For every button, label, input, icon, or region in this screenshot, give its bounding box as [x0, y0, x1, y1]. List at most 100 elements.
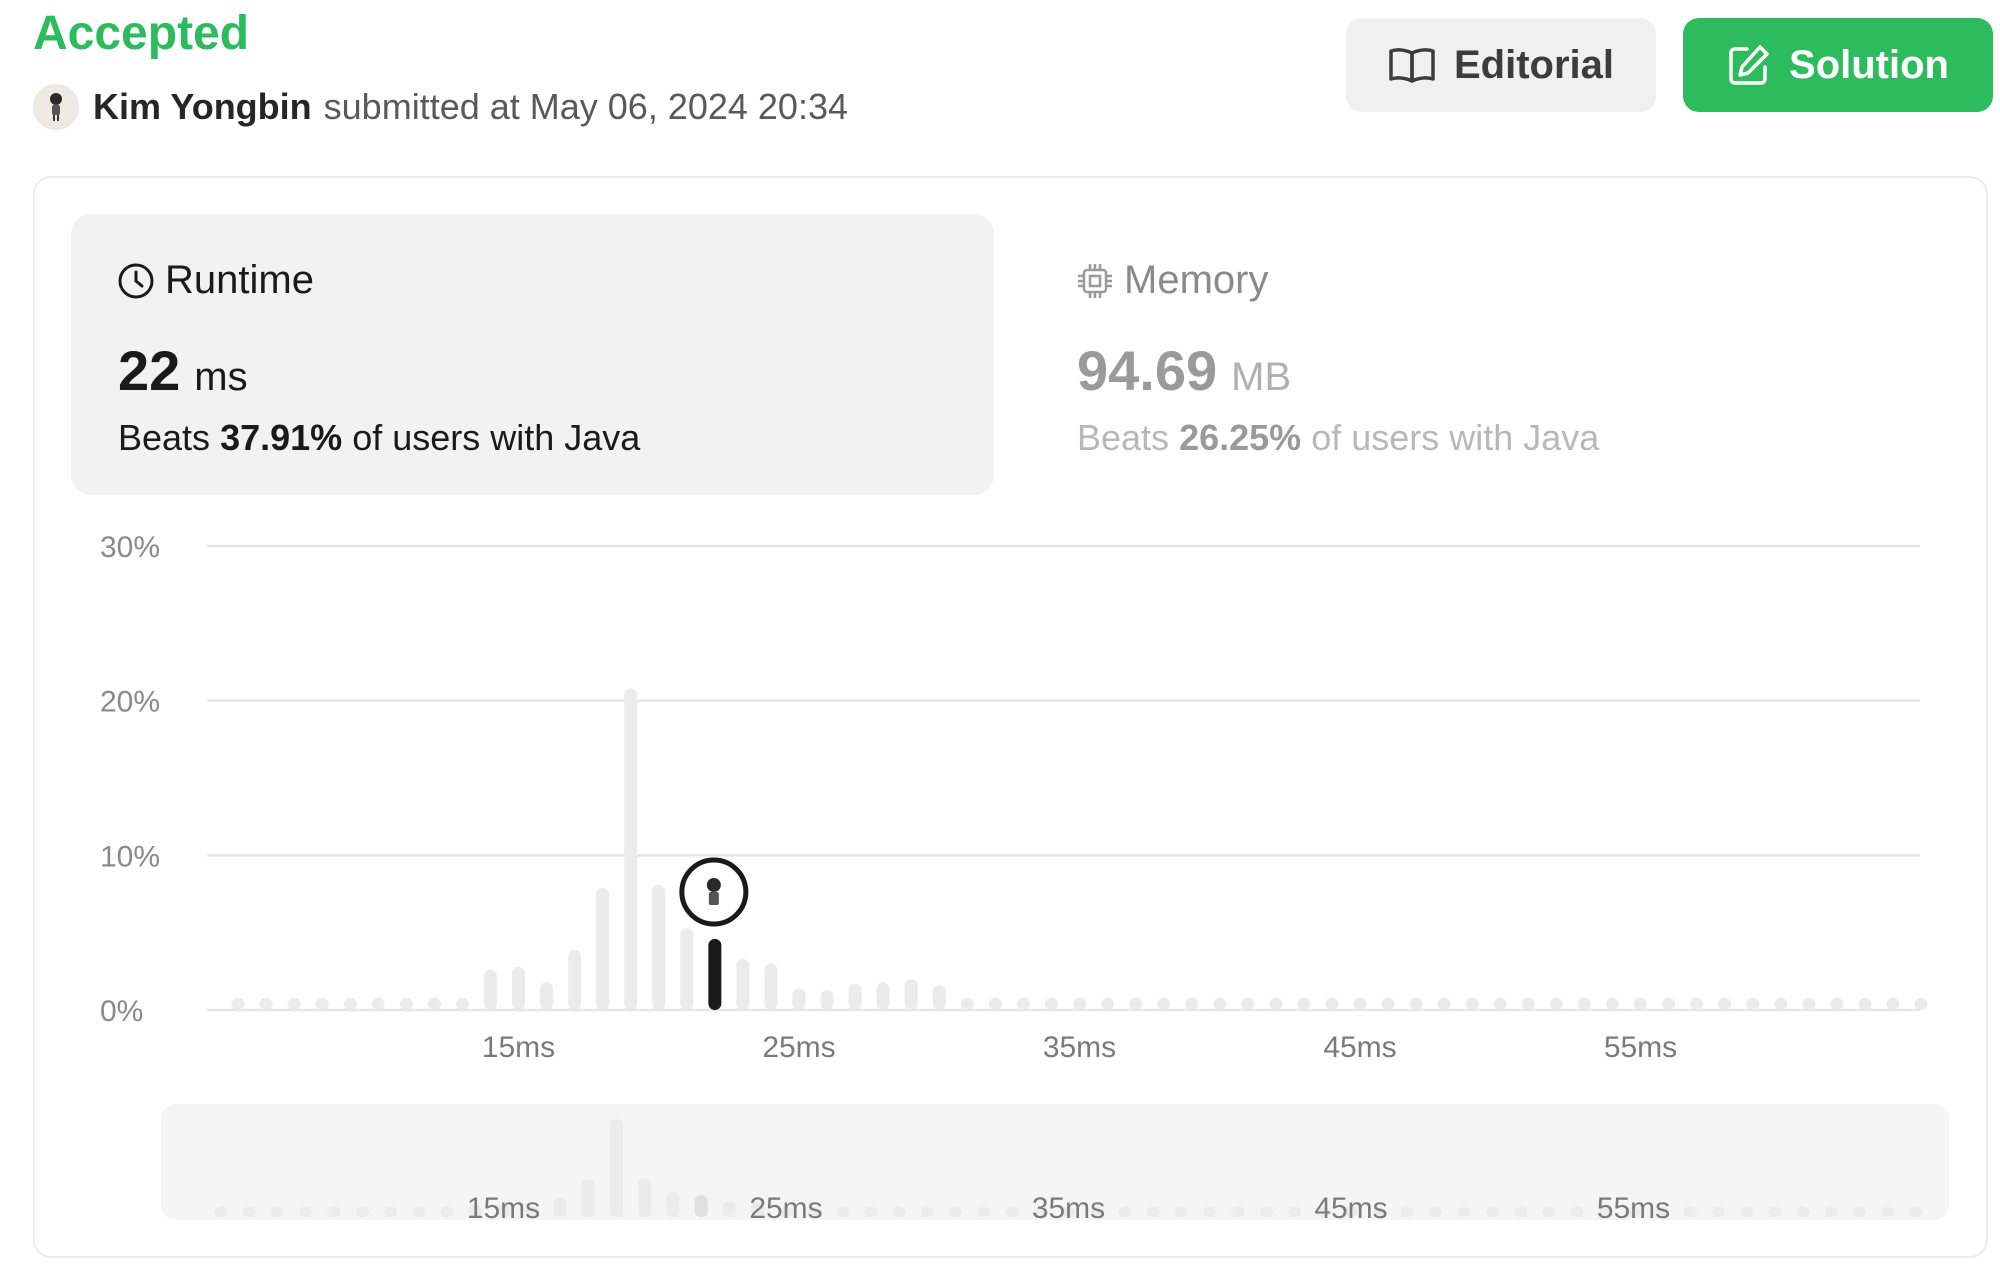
runtime-bar[interactable] [1044, 997, 1058, 1010]
overview-bar [1796, 1207, 1810, 1217]
runtime-bar[interactable] [231, 997, 245, 1010]
runtime-bar[interactable] [1858, 997, 1872, 1010]
overview-bar [666, 1192, 680, 1217]
runtime-bar[interactable] [1577, 997, 1591, 1010]
runtime-bar[interactable] [624, 688, 638, 1010]
runtime-bar[interactable] [399, 997, 413, 1010]
runtime-bar[interactable] [1129, 997, 1143, 1010]
runtime-bar[interactable] [1437, 997, 1451, 1010]
runtime-bar[interactable] [932, 985, 946, 1010]
overview-bar [1514, 1207, 1527, 1217]
runtime-bar[interactable] [1157, 997, 1171, 1010]
runtime-bar[interactable] [1353, 997, 1367, 1010]
overview-bar [1231, 1207, 1245, 1217]
overview-bar [1005, 1207, 1019, 1217]
runtime-bar[interactable] [1297, 997, 1311, 1010]
runtime-bar[interactable] [1634, 997, 1647, 1010]
overview-tick-label: 45ms [1314, 1192, 1387, 1225]
overview-bar [610, 1119, 623, 1217]
runtime-bar[interactable] [1802, 997, 1816, 1010]
runtime-bar[interactable] [259, 997, 273, 1010]
overview-bar [1118, 1207, 1132, 1217]
overview-bar [1683, 1207, 1697, 1217]
runtime-bar[interactable] [512, 966, 525, 1010]
runtime-bar[interactable] [596, 887, 610, 1010]
runtime-bar[interactable] [988, 997, 1002, 1010]
runtime-bar[interactable] [1213, 997, 1227, 1010]
overview-tick-label: 25ms [749, 1192, 822, 1225]
runtime-bar[interactable] [1605, 997, 1619, 1010]
runtime-distribution-chart: 0% 10% 20% 30% 15ms 25ms 35ms 45ms 55ms 15ms 25ms 3… [100, 531, 1949, 1225]
runtime-bar[interactable] [1269, 997, 1283, 1010]
runtime-bar[interactable] [1774, 997, 1788, 1010]
runtime-bar[interactable] [1521, 997, 1535, 1010]
overview-bar [1570, 1207, 1584, 1217]
runtime-bar[interactable] [1886, 997, 1900, 1010]
runtime-bar[interactable] [371, 997, 385, 1010]
overview-bar [949, 1207, 962, 1217]
runtime-bar[interactable] [540, 982, 554, 1010]
x-tick-label: 35ms [1043, 1031, 1116, 1064]
runtime-bar[interactable] [1746, 997, 1760, 1010]
overview-bar [384, 1207, 397, 1217]
y-tick-label: 20% [100, 686, 160, 719]
runtime-bar[interactable] [568, 949, 582, 1010]
overview-bar [1457, 1207, 1471, 1217]
overview-tick-label: 15ms [467, 1192, 540, 1225]
overview-bar [1542, 1207, 1556, 1217]
runtime-bar[interactable] [1690, 997, 1704, 1010]
overview-bar [440, 1207, 454, 1217]
overview-bar [242, 1207, 256, 1217]
runtime-bar[interactable] [1185, 997, 1199, 1010]
runtime-bar[interactable] [764, 963, 778, 1010]
overview-bar [412, 1207, 426, 1217]
y-tick-label: 30% [100, 531, 160, 564]
overview-bar [327, 1207, 341, 1217]
overview-bar [271, 1207, 284, 1217]
runtime-bar[interactable] [1016, 997, 1030, 1010]
runtime-bar[interactable] [680, 928, 694, 1010]
runtime-bar[interactable] [1381, 997, 1395, 1010]
overview-bar [1853, 1207, 1866, 1217]
runtime-bar[interactable] [904, 979, 918, 1010]
runtime-bar[interactable] [792, 988, 806, 1010]
runtime-bar[interactable] [343, 997, 357, 1010]
runtime-bar[interactable] [1914, 997, 1928, 1010]
runtime-bar[interactable] [1549, 997, 1563, 1010]
runtime-bar[interactable] [1493, 997, 1507, 1010]
overview-bar [1146, 1207, 1160, 1217]
y-tick-label: 10% [100, 840, 160, 873]
overview-tick-label: 35ms [1032, 1192, 1105, 1225]
runtime-bar[interactable] [1073, 997, 1086, 1010]
overview-bar [1768, 1207, 1782, 1217]
runtime-bar[interactable] [820, 989, 834, 1010]
runtime-bar[interactable] [483, 969, 497, 1010]
runtime-bar[interactable] [287, 997, 301, 1010]
overview-bar [1288, 1207, 1301, 1217]
runtime-bar[interactable] [1465, 997, 1479, 1010]
overview-bar [299, 1207, 313, 1217]
runtime-bar[interactable] [315, 997, 329, 1010]
runtime-bar[interactable] [848, 983, 862, 1010]
runtime-bar[interactable] [1241, 997, 1255, 1010]
runtime-bar[interactable] [1718, 997, 1732, 1010]
overview-bar [638, 1178, 652, 1217]
runtime-bar[interactable] [736, 958, 750, 1010]
runtime-bar[interactable] [1830, 997, 1844, 1010]
runtime-bar[interactable] [960, 997, 974, 1010]
runtime-bar[interactable] [1662, 997, 1676, 1010]
overview-bar [214, 1207, 228, 1217]
runtime-bar[interactable] [1101, 997, 1115, 1010]
runtime-bar[interactable] [1325, 997, 1339, 1010]
selected-runtime-bar[interactable] [708, 938, 722, 1010]
runtime-bar[interactable] [1409, 997, 1423, 1010]
overview-bar [1429, 1207, 1443, 1217]
overview-bar [1175, 1207, 1188, 1217]
overview-bar [723, 1201, 736, 1217]
overview-bar [581, 1179, 595, 1217]
runtime-bar[interactable] [427, 997, 441, 1010]
overview-bar [553, 1198, 567, 1217]
runtime-bar[interactable] [455, 997, 469, 1010]
runtime-bar[interactable] [876, 982, 890, 1010]
runtime-bar[interactable] [652, 884, 666, 1010]
